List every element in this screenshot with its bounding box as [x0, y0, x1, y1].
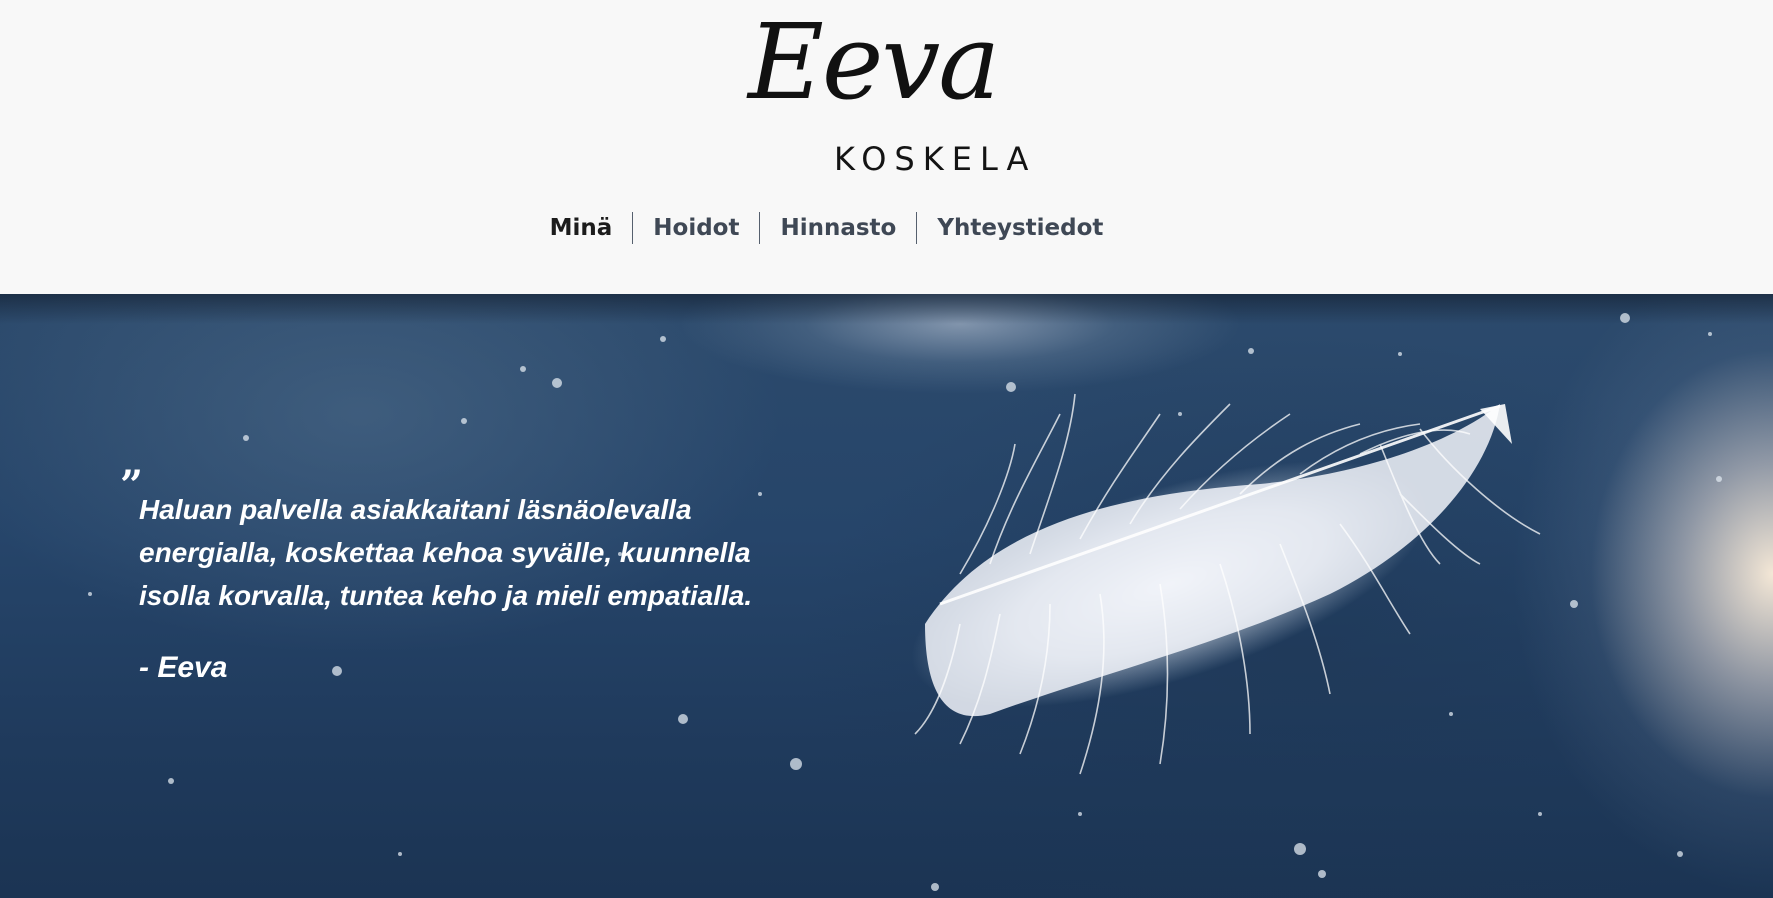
nav-item-mina[interactable]: Minä [530, 208, 633, 248]
site-header: Eeva KOSKELA Minä Hoidot Hinnasto Yhteys… [0, 0, 1773, 294]
quote-text: Haluan palvella asiakkaitani läsnäoleval… [139, 494, 753, 611]
hero-section: ” Haluan palvella asiakkaitani läsnäolev… [0, 294, 1773, 898]
logo-subtitle: KOSKELA [834, 140, 1037, 178]
logo-script-text: Eeva [748, 1, 1000, 123]
site: Eeva KOSKELA Minä Hoidot Hinnasto Yhteys… [0, 0, 1773, 898]
quote-author: - Eeva [139, 651, 228, 684]
nav-item-hoidot[interactable]: Hoidot [633, 208, 759, 248]
nav-item-yhteystiedot[interactable]: Yhteystiedot [917, 208, 1123, 248]
site-logo[interactable]: Eeva KOSKELA [0, 0, 1773, 190]
main-nav: Minä Hoidot Hinnasto Yhteystiedot [0, 208, 1773, 248]
nav-item-hinnasto[interactable]: Hinnasto [760, 208, 916, 248]
